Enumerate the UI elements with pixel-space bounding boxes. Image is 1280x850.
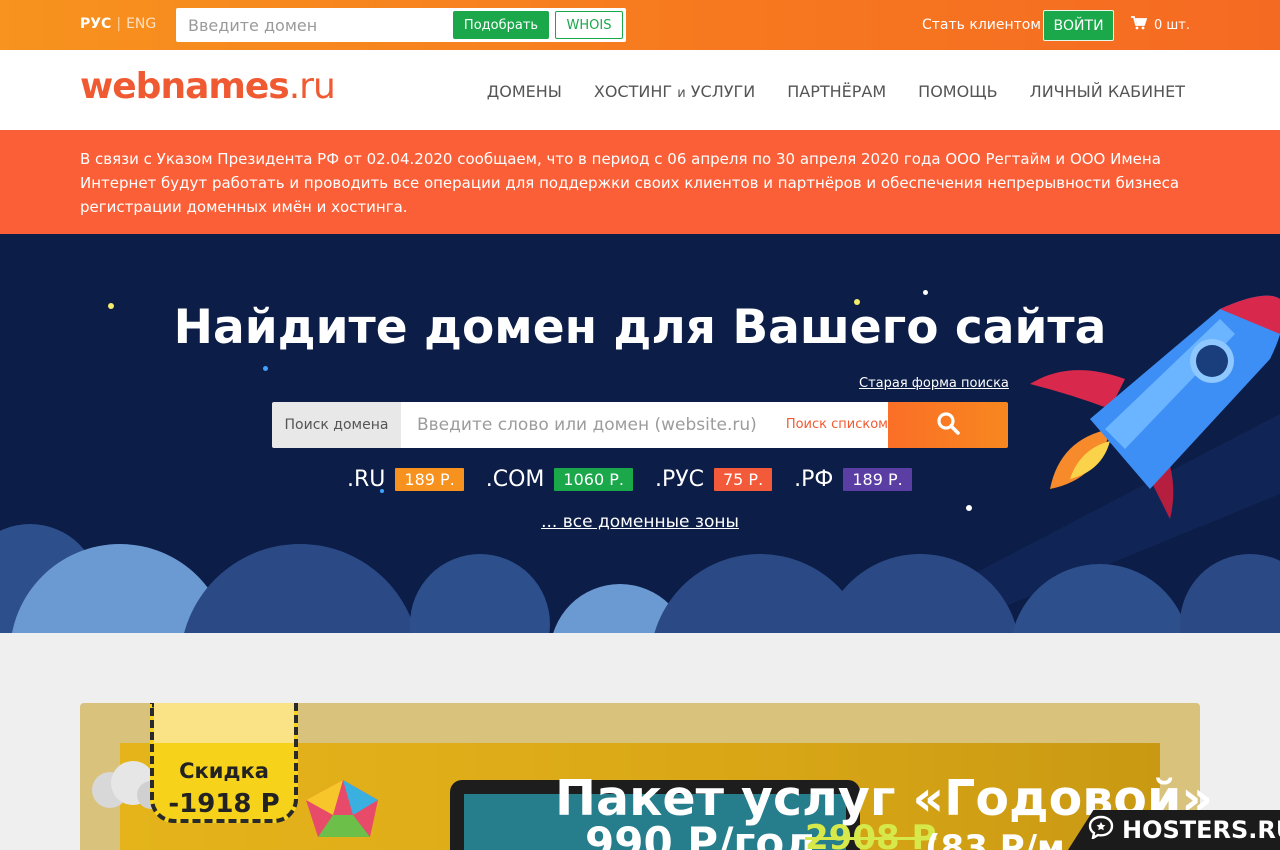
top-bar: РУС |ENG Подобрать WHOIS Стать клиентом В… [0,0,1280,50]
list-search-link[interactable]: Поиск списком [786,417,888,432]
promo-old-price: 2908 Р [805,818,937,850]
main-nav: ДОМЕНЫ ХОСТИНГ и УСЛУГИ ПАРТНЁРАМ ПОМОЩЬ… [487,82,1185,101]
zone-rf[interactable]: .РФ 189 Р. [794,467,912,492]
zone-rus[interactable]: .РУС 75 Р. [654,467,773,492]
top-domain-input[interactable] [176,8,448,42]
logo-main: webnames [80,66,290,107]
pick-button[interactable]: Подобрать [453,11,549,39]
search-label: Поиск домена [272,402,401,448]
all-zones-link[interactable]: ... все доменные зоны [541,512,739,532]
zone-price: 75 Р. [713,468,773,491]
domain-zones: .RU 189 Р. .COM 1060 Р. .РУС 75 Р. .РФ 1… [347,467,934,492]
all-zones-link-wrap: ... все доменные зоны [0,512,1280,532]
zone-name: .РФ [794,467,834,492]
chat-bubble-icon [1088,815,1114,845]
badge-top [154,703,294,743]
zone-price: 189 Р. [395,468,464,491]
nav-hosting-label-a: ХОСТИНГ [593,82,673,101]
search-icon [936,411,960,439]
nav-hosting-and: и [677,86,686,101]
nav-domains[interactable]: ДОМЕНЫ [487,82,562,101]
promo-monthly-price: (83 Р/м [925,828,1065,850]
zone-price: 189 Р. [843,468,912,491]
cart-count: 0 шт. [1154,17,1191,33]
domain-search-input[interactable] [401,402,771,448]
language-switcher: РУС | ENG [80,16,156,32]
zone-price: 1060 Р. [554,468,633,491]
ball-illustration [306,780,378,837]
cart[interactable]: 0 шт. [1131,16,1190,34]
lang-eng[interactable]: ENG [126,16,156,32]
hero-title: Найдите домен для Вашего сайта [173,300,1107,355]
watermark-text: HOSTERS.RU [1122,816,1280,844]
logo[interactable]: webnames.ru [80,66,336,107]
zone-ru[interactable]: .RU 189 Р. [347,467,464,492]
badge-amount: -1918 Р [168,789,280,819]
nav-help[interactable]: ПОМОЩЬ [918,82,998,101]
nav-partners[interactable]: ПАРТНЁРАМ [787,82,886,101]
notice-text: В связи с Указом Президента РФ от 02.04.… [80,150,1180,216]
nav-cabinet[interactable]: ЛИЧНЫЙ КАБИНЕТ [1030,82,1185,101]
logo-tld: .ru [288,66,336,107]
top-domain-search: Подобрать WHOIS [176,8,626,42]
lang-separator: | [116,16,122,32]
search-input-wrap: Поиск списком [401,402,888,448]
zone-name: .COM [485,467,545,492]
login-button[interactable]: ВОЙТИ [1043,10,1114,41]
site-header: webnames.ru ДОМЕНЫ ХОСТИНГ и УСЛУГИ ПАРТ… [0,50,1280,130]
discount-badge: Скидка -1918 Р [150,703,298,823]
lang-rus[interactable]: РУС [80,16,111,32]
badge-label: Скидка [179,759,269,783]
become-client-link[interactable]: Стать клиентом [922,17,1041,33]
zone-com[interactable]: .COM 1060 Р. [486,467,633,492]
nav-hosting-label-b: УСЛУГИ [690,82,756,101]
hero-section: Найдите домен для Вашего сайта Старая фо… [0,234,1280,633]
zone-name: .РУС [654,467,704,492]
whois-button[interactable]: WHOIS [555,11,623,39]
search-button[interactable] [888,402,1008,448]
notice-banner: В связи с Указом Президента РФ от 02.04.… [0,130,1280,234]
old-search-form-link[interactable]: Старая форма поиска [859,376,1009,391]
promo-price: 990 Р/год [585,818,819,850]
cart-icon [1131,16,1148,34]
hosters-watermark: HOSTERS.RU [1068,810,1280,850]
domain-search-bar: Поиск домена Поиск списком [272,402,1008,448]
zone-name: .RU [347,467,386,492]
nav-hosting[interactable]: ХОСТИНГ и УСЛУГИ [594,82,755,101]
